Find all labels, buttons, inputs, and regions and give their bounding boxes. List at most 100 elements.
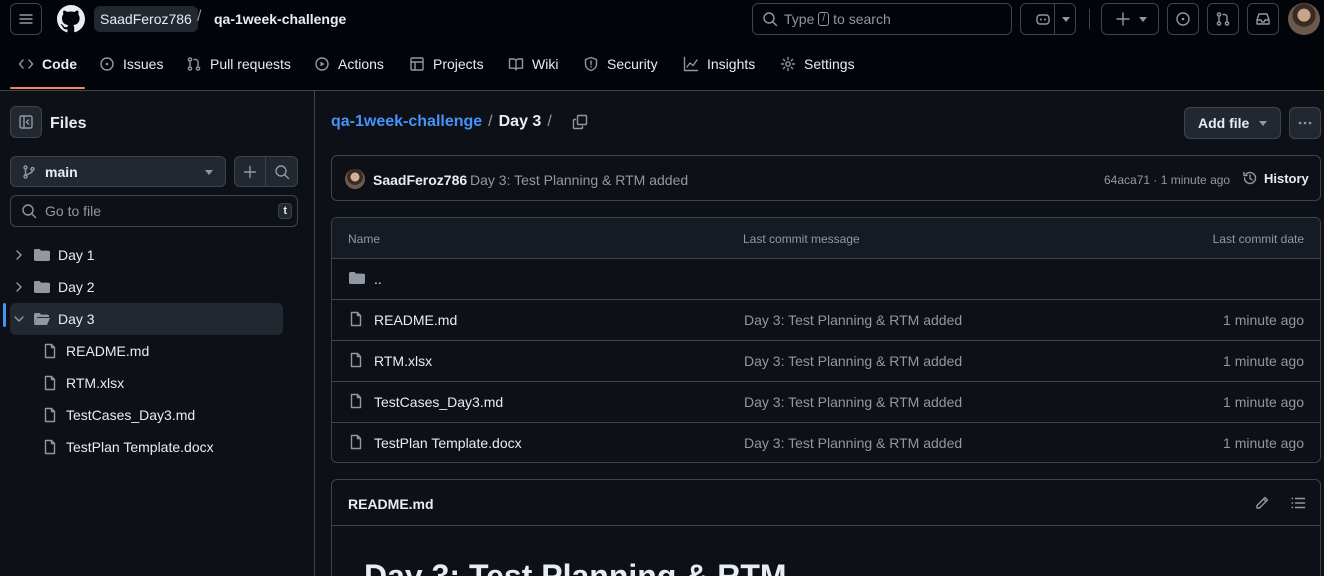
tab-actions-label: Actions — [338, 56, 384, 72]
file-table: Name Last commit message Last commit dat… — [331, 217, 1321, 463]
readme-header: README.md — [332, 480, 1320, 526]
tab-security-label: Security — [607, 56, 658, 72]
file-name-link[interactable]: RTM.xlsx — [374, 353, 432, 369]
tree-folder-day3[interactable]: Day 3 — [10, 303, 283, 335]
tree-label: Day 2 — [58, 279, 95, 295]
tree-file-testplan[interactable]: TestPlan Template.docx — [10, 431, 283, 463]
play-icon — [315, 57, 329, 71]
search-icon — [274, 164, 289, 179]
tab-projects[interactable]: Projects — [409, 38, 484, 90]
tab-issues-label: Issues — [123, 56, 164, 72]
file-name-link[interactable]: TestCases_Day3.md — [374, 394, 503, 410]
repo-link[interactable]: qa-1week-challenge — [214, 11, 346, 27]
header-divider — [1089, 9, 1090, 29]
breadcrumb-separator: / — [488, 113, 493, 130]
inbox-button[interactable] — [1247, 3, 1279, 35]
tree-file-testcases[interactable]: TestCases_Day3.md — [10, 399, 283, 431]
gear-icon — [780, 56, 796, 72]
file-commit-message[interactable]: Day 3: Test Planning & RTM added — [744, 394, 962, 410]
pull-requests-button[interactable] — [1207, 3, 1239, 35]
tree-folder-day1[interactable]: Day 1 — [10, 239, 283, 271]
tree-file-rtm[interactable]: RTM.xlsx — [10, 367, 283, 399]
chevron-down-icon — [14, 316, 24, 322]
parent-directory-link[interactable]: .. — [374, 271, 382, 287]
tab-settings[interactable]: Settings — [780, 38, 855, 90]
tab-security[interactable]: Security — [583, 38, 658, 90]
table-row[interactable]: TestPlan Template.docx Day 3: Test Plann… — [332, 423, 1320, 462]
table-header: Name Last commit message Last commit dat… — [332, 218, 1320, 259]
breadcrumb-repo-link[interactable]: qa-1week-challenge — [331, 113, 482, 131]
file-commit-message[interactable]: Day 3: Test Planning & RTM added — [744, 312, 962, 328]
table-icon — [410, 57, 424, 71]
file-name-link[interactable]: TestPlan Template.docx — [374, 435, 522, 451]
add-file-dropdown[interactable]: Add file — [1184, 107, 1281, 139]
tree-label: Day 1 — [58, 247, 95, 263]
file-name-link[interactable]: README.md — [374, 312, 457, 328]
add-file-button[interactable] — [235, 157, 267, 186]
issues-button[interactable] — [1167, 3, 1199, 35]
tab-issues[interactable]: Issues — [99, 38, 163, 90]
folder-open-icon — [34, 313, 50, 325]
column-name: Name — [348, 232, 381, 246]
history-icon — [1243, 171, 1257, 185]
history-link[interactable]: History — [1242, 170, 1309, 186]
folder-icon — [34, 249, 50, 261]
outline-list-icon[interactable] — [1290, 495, 1306, 511]
file-commit-message[interactable]: Day 3: Test Planning & RTM added — [744, 353, 962, 369]
menu-button[interactable] — [10, 3, 42, 35]
tab-settings-label: Settings — [804, 56, 855, 72]
copy-path-icon[interactable] — [572, 114, 588, 130]
user-avatar[interactable] — [1288, 3, 1320, 35]
file-icon — [350, 434, 362, 450]
tab-actions[interactable]: Actions — [314, 38, 384, 90]
sidebar-collapse-icon — [19, 115, 33, 129]
table-row[interactable]: TestCases_Day3.md Day 3: Test Planning &… — [332, 382, 1320, 423]
table-row[interactable]: README.md Day 3: Test Planning & RTM add… — [332, 300, 1320, 341]
chevron-down-icon — [1139, 17, 1147, 22]
github-logo-icon[interactable] — [55, 3, 87, 35]
go-to-file-input[interactable]: Go to file t — [10, 195, 298, 227]
file-commit-message[interactable]: Day 3: Test Planning & RTM added — [744, 435, 962, 451]
search-input[interactable]: Type / to search — [752, 3, 1012, 35]
commit-author-avatar[interactable] — [345, 169, 365, 189]
search-suffix: to search — [833, 11, 891, 27]
table-row[interactable]: RTM.xlsx Day 3: Test Planning & RTM adde… — [332, 341, 1320, 382]
column-last-commit-date: Last commit date — [1212, 232, 1304, 246]
tab-pull-requests[interactable]: Pull requests — [186, 38, 291, 90]
owner-link[interactable]: SaadFeroz786 — [94, 6, 198, 32]
pencil-icon[interactable] — [1254, 495, 1270, 511]
branch-selector[interactable]: main — [10, 156, 226, 187]
tab-pull-requests-label: Pull requests — [210, 56, 291, 72]
file-commit-date: 1 minute ago — [1223, 353, 1304, 369]
file-commit-date: 1 minute ago — [1223, 435, 1304, 451]
tab-wiki[interactable]: Wiki — [508, 38, 558, 90]
book-icon — [508, 58, 524, 71]
readme-heading: Day 3: Test Planning & RTM — [364, 558, 787, 576]
tree-folder-day2[interactable]: Day 2 — [10, 271, 283, 303]
search-files-button[interactable] — [266, 157, 297, 186]
file-icon — [350, 393, 362, 409]
file-icon — [44, 343, 56, 359]
hamburger-icon — [19, 14, 33, 24]
selected-indicator — [3, 303, 6, 327]
collapse-sidebar-button[interactable] — [10, 106, 42, 138]
file-icon — [44, 375, 56, 391]
repo-nav-tabs: Code Issues Pull requests Actions Projec… — [0, 38, 1324, 91]
parent-directory-row[interactable]: .. — [332, 259, 1320, 300]
readme-title[interactable]: README.md — [348, 496, 434, 512]
plus-icon — [1116, 12, 1130, 26]
tree-file-readme[interactable]: README.md — [10, 335, 283, 367]
commit-hash-time[interactable]: 64aca71 · 1 minute ago — [1104, 173, 1230, 187]
tab-code[interactable]: Code — [18, 38, 77, 90]
folder-icon — [349, 272, 365, 284]
commit-author[interactable]: SaadFeroz786 — [373, 172, 467, 188]
create-new-button[interactable] — [1101, 3, 1159, 35]
more-options-button[interactable] — [1289, 107, 1321, 139]
branch-name: main — [45, 163, 78, 180]
tab-insights[interactable]: Insights — [683, 38, 755, 90]
commit-message[interactable]: Day 3: Test Planning & RTM added — [470, 172, 688, 188]
tab-projects-label: Projects — [433, 56, 484, 72]
tree-label: TestCases_Day3.md — [66, 407, 196, 423]
add-file-label: Add file — [1198, 115, 1250, 131]
copilot-button[interactable] — [1020, 3, 1076, 35]
